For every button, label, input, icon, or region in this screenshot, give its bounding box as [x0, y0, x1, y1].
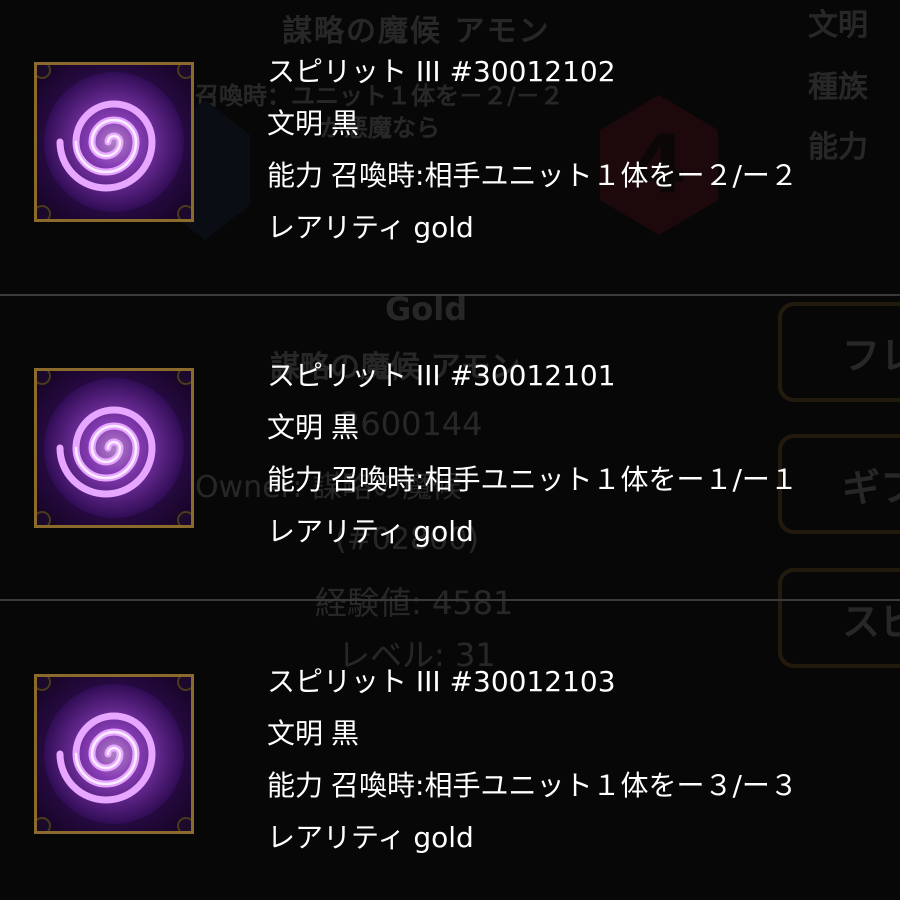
- spirit-list-item[interactable]: スピリット III #30012101 文明黒 能力 召喚時:相手ユニット１体をー…: [0, 300, 900, 590]
- rarity-value: gold: [413, 211, 474, 244]
- spirit-rarity-row: レアリティ gold: [267, 202, 798, 254]
- spirit-info: スピリット III #30012101 文明黒 能力 召喚時:相手ユニット１体をー…: [267, 350, 798, 558]
- spirit-title: スピリット III #30012101: [267, 359, 616, 392]
- ability-value: 召喚時:相手ユニット１体をー３/ー３: [331, 769, 798, 802]
- rarity-label: レアリティ: [267, 821, 406, 854]
- frame-corner: [37, 511, 51, 525]
- rarity-label: レアリティ: [267, 515, 406, 548]
- civ-value: 黒: [331, 107, 360, 140]
- ability-value: 召喚時:相手ユニット１体をー２/ー２: [331, 159, 798, 192]
- frame-corner: [177, 65, 191, 79]
- spirit-list-item[interactable]: スピリット III #30012103 文明黒 能力 召喚時:相手ユニット１体をー…: [0, 606, 900, 896]
- spirit-rarity-row: レアリティ gold: [267, 812, 798, 864]
- frame-corner: [177, 511, 191, 525]
- spirit-civ-row: 文明黒: [267, 402, 798, 454]
- spirit-info: スピリット III #30012102 文明黒 能力 召喚時:相手ユニット１体をー…: [267, 46, 798, 254]
- ability-label: 能力: [267, 463, 324, 496]
- spirit-list-item[interactable]: スピリット III #30012102 文明黒 能力 召喚時:相手ユニット１体をー…: [0, 0, 900, 290]
- spirit-civ-row: 文明黒: [267, 98, 798, 150]
- frame-corner: [177, 205, 191, 219]
- rarity-label: レアリティ: [267, 211, 406, 244]
- spirit-list: スピリット III #30012102 文明黒 能力 召喚時:相手ユニット１体をー…: [0, 0, 900, 900]
- spirit-title: スピリット III #30012103: [267, 665, 616, 698]
- spirit-rarity-row: レアリティ gold: [267, 506, 798, 558]
- spirit-ability-row: 能力 召喚時:相手ユニット１体をー２/ー２: [267, 150, 798, 202]
- ability-value: 召喚時:相手ユニット１体をー１/ー１: [331, 463, 798, 496]
- purple-swirl-icon: [34, 62, 194, 222]
- rarity-value: gold: [413, 515, 474, 548]
- rarity-value: gold: [413, 821, 474, 854]
- spirit-info: スピリット III #30012103 文明黒 能力 召喚時:相手ユニット１体をー…: [267, 656, 798, 864]
- ability-label: 能力: [267, 159, 324, 192]
- frame-corner: [177, 677, 191, 691]
- spirit-title: スピリット III #30012102: [267, 55, 616, 88]
- civ-label: 文明: [267, 411, 324, 444]
- civ-label: 文明: [267, 717, 324, 750]
- civ-value: 黒: [331, 717, 360, 750]
- ability-label: 能力: [267, 769, 324, 802]
- frame-corner: [177, 817, 191, 831]
- spirit-civ-row: 文明黒: [267, 708, 798, 760]
- frame-corner: [177, 371, 191, 385]
- list-divider: [0, 599, 900, 601]
- spirit-ability-row: 能力 召喚時:相手ユニット１体をー３/ー３: [267, 760, 798, 812]
- spirit-ability-row: 能力 召喚時:相手ユニット１体をー１/ー１: [267, 454, 798, 506]
- civ-value: 黒: [331, 411, 360, 444]
- list-divider: [0, 294, 900, 296]
- spirit-list-screen: 謀略の魔候 アモン 文明 種族 能力 召喚時：ユニット１体を－２/－２ が悪魔な…: [0, 0, 900, 900]
- frame-corner: [37, 817, 51, 831]
- frame-corner: [37, 205, 51, 219]
- civ-label: 文明: [267, 107, 324, 140]
- purple-swirl-icon: [34, 368, 194, 528]
- purple-swirl-icon: [34, 674, 194, 834]
